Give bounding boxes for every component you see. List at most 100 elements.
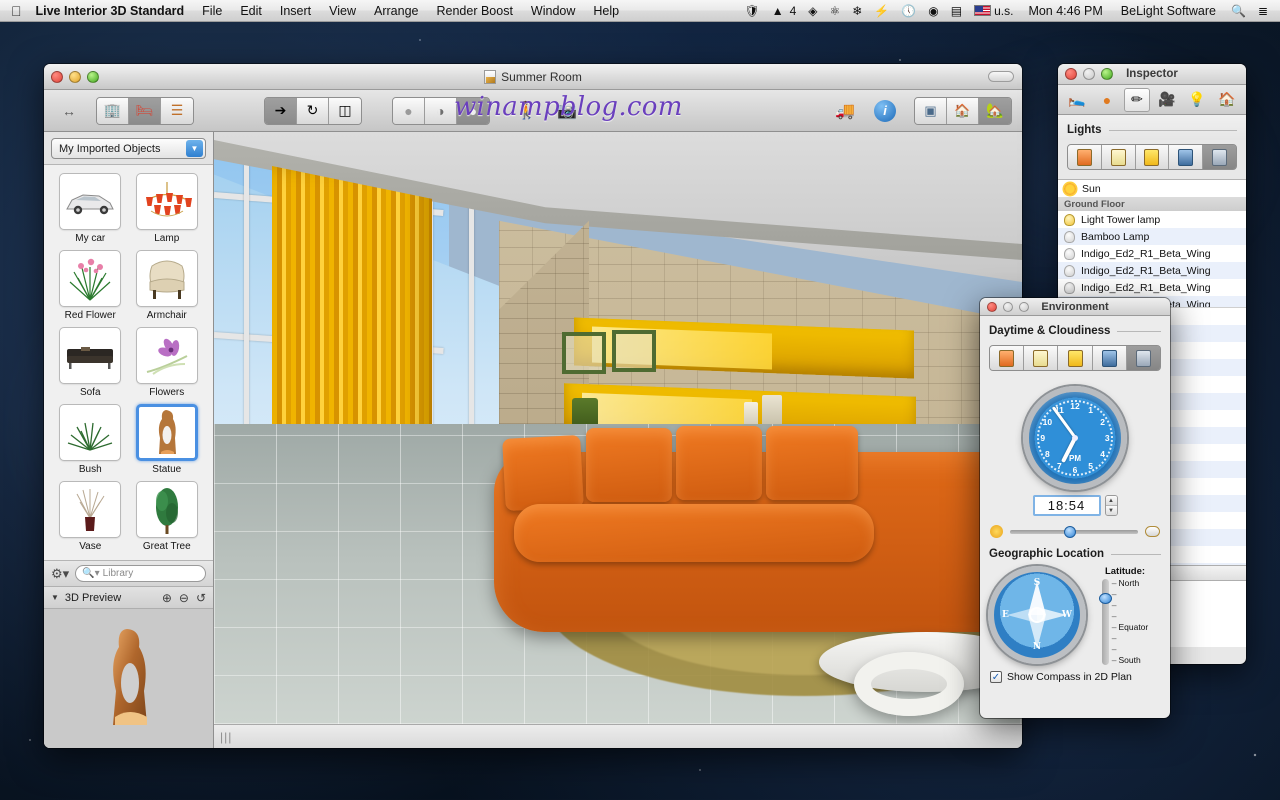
furniture-view-button[interactable]: 🛏 [129, 97, 161, 124]
category-popup[interactable]: My Imported Objects ▼ [51, 138, 206, 159]
flat-shading-button[interactable]: ● [393, 97, 425, 124]
sunrise-preset[interactable] [1068, 145, 1102, 169]
library-item-great-tree[interactable]: Great Tree [129, 479, 206, 556]
battery-icon[interactable]: ▤ [945, 0, 968, 22]
compass-dial[interactable]: N E S W [988, 566, 1086, 664]
library-item-armchair[interactable]: Armchair [129, 248, 206, 325]
cloudiness-slider[interactable] [1010, 525, 1138, 538]
night-preset[interactable] [1092, 346, 1127, 370]
clock-icon[interactable]: 🕔 [895, 0, 922, 22]
latitude-slider[interactable] [1098, 579, 1112, 665]
lights-tab[interactable]: 💡 [1184, 88, 1210, 112]
bolt-icon[interactable]: ⚡ [868, 0, 895, 22]
library-item-vase[interactable]: Vase [52, 479, 129, 556]
menubar-user[interactable]: BeLight Software [1112, 0, 1225, 22]
disclosure-triangle-icon[interactable]: ▼ [51, 593, 59, 602]
leaf-icon[interactable]: ❄ [846, 0, 868, 22]
minimize-button[interactable] [69, 70, 81, 83]
library-item-bush[interactable]: Bush [52, 402, 129, 479]
light-row-indigo-3[interactable]: Indigo_Ed2_R1_Beta_Wing [1058, 279, 1246, 296]
antivirus-icon[interactable]: ⚛ [824, 0, 847, 22]
menu-window[interactable]: Window [522, 0, 584, 22]
split-view-button[interactable]: ▣ [915, 97, 947, 124]
close-button[interactable] [1065, 68, 1077, 80]
info-button[interactable]: i [870, 97, 900, 125]
resize-arrows-icon[interactable]: ↔ [54, 97, 84, 125]
menu-render-boost[interactable]: Render Boost [427, 0, 521, 22]
toolbar-toggle-button[interactable] [988, 71, 1014, 82]
notification-center-icon[interactable]: ≣ [1252, 0, 1274, 22]
shield-icon[interactable]: 🛡 [738, 0, 765, 22]
menu-app-name[interactable]: Live Interior 3D Standard [34, 0, 194, 22]
cloudiness-slider-knob[interactable] [1063, 525, 1076, 538]
library-item-red-flower[interactable]: Red Flower [52, 248, 129, 325]
day-preset[interactable] [1101, 145, 1136, 169]
light-row-indigo-2[interactable]: Indigo_Ed2_R1_Beta_Wing [1058, 262, 1246, 279]
time-stepper[interactable]: ▲ ▼ [1104, 495, 1118, 516]
rotate-icon[interactable]: ↺ [196, 591, 206, 605]
menu-file[interactable]: File [193, 0, 231, 22]
wifi-icon[interactable]: ◉ [922, 0, 944, 22]
apple-menu-icon[interactable]:  [0, 4, 34, 18]
close-button[interactable] [51, 70, 63, 83]
menu-view[interactable]: View [320, 0, 365, 22]
edit-tab[interactable]: ✏ [1124, 87, 1150, 112]
library-item-flowers[interactable]: Flowers [129, 325, 206, 402]
show-compass-checkbox[interactable]: ✓ [990, 671, 1002, 683]
close-button[interactable] [987, 301, 997, 312]
menu-help[interactable]: Help [584, 0, 628, 22]
gear-icon[interactable]: ⚙▾ [51, 566, 69, 582]
list-view-button[interactable]: ☰ [161, 97, 193, 124]
material-tab[interactable]: ● [1094, 88, 1120, 112]
search-icon[interactable]: 🔍 [1225, 0, 1252, 22]
environment-titlebar[interactable]: Environment [980, 298, 1170, 316]
dropbox-icon[interactable]: ◈ [802, 0, 823, 22]
time-of-day-clock[interactable]: 12 1 2 3 4 5 6 7 8 9 10 11 PM [1023, 386, 1127, 490]
custom-time-preset[interactable] [1203, 145, 1236, 169]
menu-insert[interactable]: Insert [271, 0, 320, 22]
adobe-icon[interactable]: ▲ [766, 0, 790, 22]
zoom-button[interactable] [1019, 301, 1029, 312]
light-row-indigo-1[interactable]: Indigo_Ed2_R1_Beta_Wing [1058, 245, 1246, 262]
camera-tab[interactable]: 🎥 [1154, 88, 1180, 112]
time-input[interactable]: 18:54 [1032, 495, 1101, 516]
menubar-clock[interactable]: Mon 4:46 PM [1019, 0, 1111, 22]
preview-header[interactable]: ▼ 3D Preview ⊕ ⊖ ↺ [44, 587, 213, 609]
zoom-button[interactable] [87, 70, 99, 83]
show-compass-row[interactable]: ✓ Show Compass in 2D Plan [980, 665, 1170, 683]
custom-time-preset[interactable] [1126, 346, 1160, 370]
house-3d-view-button[interactable]: 🏡 [979, 97, 1011, 124]
day-preset[interactable] [1024, 346, 1059, 370]
library-item-sofa[interactable]: Sofa [52, 325, 129, 402]
library-item-my-car[interactable]: My car [52, 171, 129, 248]
search-input[interactable]: 🔍▾ Library [75, 565, 206, 582]
select-tool[interactable]: ➔ [265, 97, 297, 124]
library-item-lamp[interactable]: Lamp [129, 171, 206, 248]
minimize-button[interactable] [1083, 68, 1095, 80]
zoom-button[interactable] [1101, 68, 1113, 80]
stepper-up-icon[interactable]: ▲ [1105, 496, 1117, 506]
viewport-scrollbar[interactable]: ||| [214, 724, 1022, 748]
sunset-preset[interactable] [1135, 145, 1170, 169]
building-tab[interactable]: 🏠 [1214, 88, 1240, 112]
menu-edit[interactable]: Edit [231, 0, 271, 22]
input-locale-flag[interactable]: u.s. [968, 0, 1019, 22]
render-boost-button[interactable]: 🚚 [830, 97, 860, 125]
main-window-titlebar[interactable]: Summer Room [44, 64, 1022, 90]
viewport-3d[interactable] [214, 132, 1022, 724]
latitude-slider-knob[interactable] [1098, 593, 1112, 604]
preview-3d-canvas[interactable] [44, 609, 213, 748]
inspector-titlebar[interactable]: Inspector [1058, 64, 1246, 85]
resize-grip-icon[interactable]: ||| [220, 730, 232, 744]
stepper-down-icon[interactable]: ▼ [1105, 506, 1117, 515]
minimize-button[interactable] [1003, 301, 1013, 312]
library-item-statue[interactable]: Statue [129, 402, 206, 479]
sunset-preset[interactable] [1058, 346, 1093, 370]
night-preset[interactable] [1169, 145, 1204, 169]
plan-3d-view-button[interactable]: 🏠 [947, 97, 979, 124]
rotate-tool[interactable]: ↻ [297, 97, 329, 124]
sunrise-preset[interactable] [990, 346, 1025, 370]
menu-arrange[interactable]: Arrange [365, 0, 427, 22]
lights-list[interactable]: Sun Ground Floor Light Tower lamp Bamboo… [1058, 179, 1246, 307]
zoom-out-icon[interactable]: ⊖ [179, 591, 189, 605]
